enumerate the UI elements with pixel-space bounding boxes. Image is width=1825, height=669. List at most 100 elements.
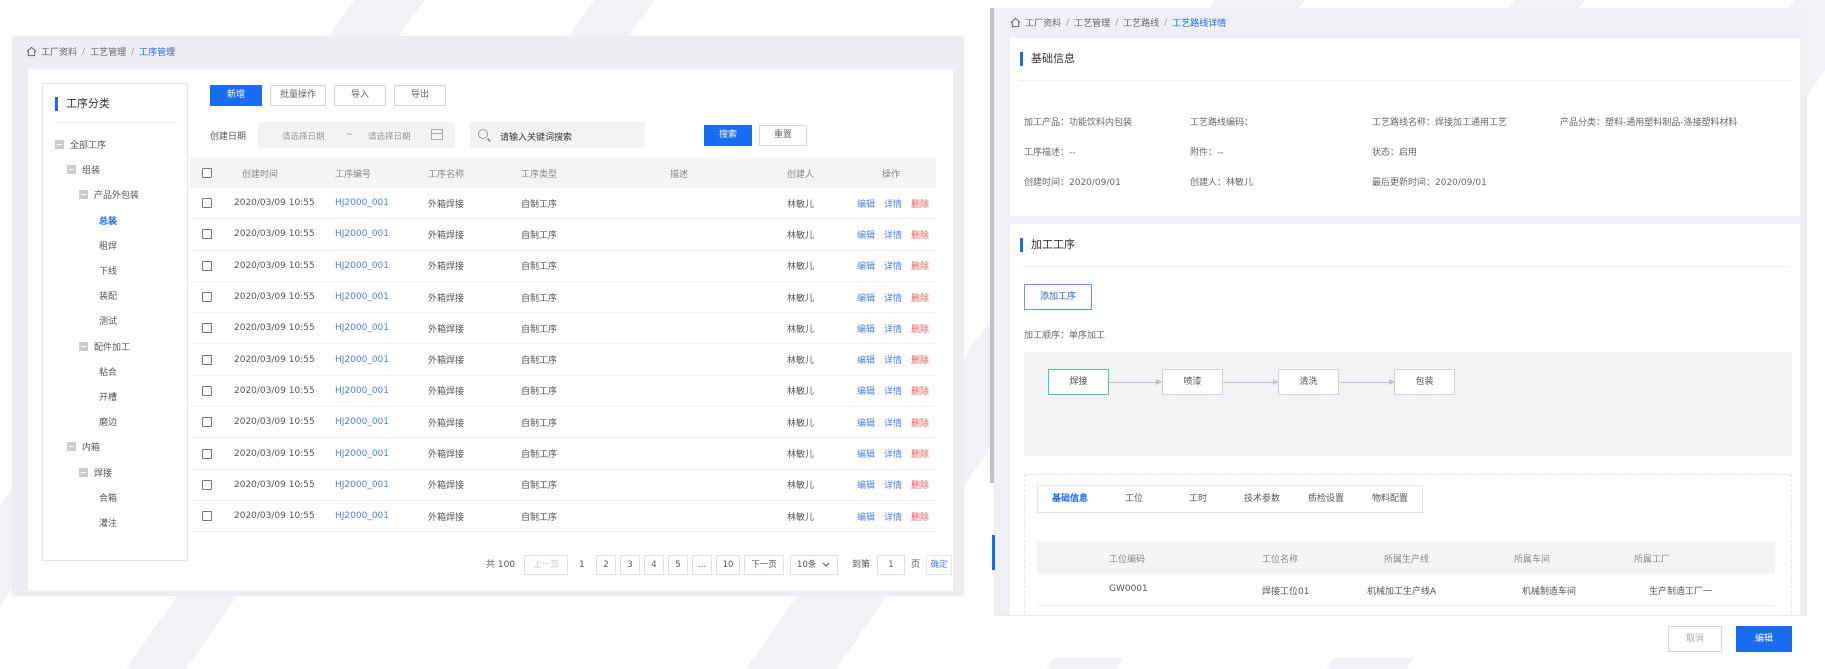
table-row[interactable]: 2020/03/09 10:55 HJ2000_001 外箱焊接 自制工序 林敏儿 编辑详… [190, 313, 936, 345]
tree-node[interactable]: 磨边 [99, 415, 117, 428]
edit-link[interactable]: 编辑 [857, 313, 875, 343]
batch-operation-button[interactable]: 批量操作 [270, 85, 326, 106]
edit-link[interactable]: 编辑 [857, 470, 875, 500]
table-row[interactable]: 2020/03/09 10:55 HJ2000_001 外箱焊接 自制工序 林敏儿 编辑详… [190, 438, 936, 470]
delete-link[interactable]: 删除 [911, 344, 929, 374]
goto-page-input[interactable]: 1 [877, 555, 905, 575]
table-row[interactable]: 2020/03/09 10:55 HJ2000_001 外箱焊接 自制工序 林敏儿 编辑详… [190, 407, 936, 439]
flow-step-3[interactable]: 清洗 [1278, 369, 1339, 395]
tab-5[interactable]: 物料配置 [1358, 486, 1422, 512]
cell-process-code-link[interactable]: HJ2000_001 [335, 407, 389, 437]
tab-3[interactable]: 技术参数 [1230, 486, 1294, 512]
select-all-checkbox[interactable] [202, 168, 212, 178]
next-page-button[interactable]: 下一页 [744, 555, 784, 575]
tree-node[interactable]: 租焊 [99, 239, 117, 252]
tree-node[interactable]: 产品外包装 [79, 188, 139, 201]
import-button[interactable]: 导入 [334, 85, 386, 106]
page-1[interactable]: 1 [579, 555, 585, 575]
delete-link[interactable]: 删除 [911, 219, 929, 249]
delete-link[interactable]: 删除 [911, 470, 929, 500]
row-checkbox[interactable] [202, 354, 212, 365]
table-row[interactable]: 2020/03/09 10:55 HJ2000_001 外箱焊接 自制工序 林敏儿 编辑详… [190, 344, 936, 376]
reset-button[interactable]: 重置 [759, 125, 807, 146]
collapse-icon[interactable] [79, 190, 88, 200]
page-size-select[interactable]: 10条 [790, 555, 838, 575]
detail-link[interactable]: 详情 [884, 407, 902, 437]
breadcrumb-item[interactable]: 工厂资料 [1025, 16, 1061, 29]
table-row[interactable]: 2020/03/09 10:55 HJ2000_001 外箱焊接 自制工序 林敏儿 编辑详… [190, 376, 936, 408]
detail-link[interactable]: 详情 [884, 251, 902, 281]
tab-4[interactable]: 质检设置 [1294, 486, 1358, 512]
table-row[interactable]: 2020/03/09 10:55 HJ2000_001 外箱焊接 自制工序 林敏儿 编辑详… [190, 282, 936, 314]
cancel-button[interactable]: 取消 [1668, 626, 1722, 652]
row-checkbox[interactable] [202, 198, 212, 209]
vertical-scrollbar[interactable] [990, 8, 994, 483]
page-10[interactable]: 10 [716, 555, 740, 575]
detail-link[interactable]: 详情 [884, 501, 902, 531]
goto-confirm-button[interactable]: 确定 [926, 555, 952, 575]
cell-process-code-link[interactable]: HJ2000_001 [335, 219, 389, 249]
tab-2[interactable]: 工时 [1166, 486, 1230, 512]
table-row[interactable]: 2020/03/09 10:55 HJ2000_001 外箱焊接 自制工序 林敏儿 编辑详… [190, 188, 936, 220]
cell-process-code-link[interactable]: HJ2000_001 [335, 282, 389, 312]
edit-link[interactable]: 编辑 [857, 219, 875, 249]
delete-link[interactable]: 删除 [911, 501, 929, 531]
row-checkbox[interactable] [202, 260, 212, 271]
delete-link[interactable]: 删除 [911, 313, 929, 343]
tree-node[interactable]: 内箱 [67, 440, 100, 453]
prev-page-button[interactable]: 上一页 [524, 555, 568, 575]
delete-link[interactable]: 删除 [911, 438, 929, 468]
tree-node[interactable]: 组装 [67, 163, 100, 176]
detail-link[interactable]: 详情 [884, 282, 902, 312]
tree-node[interactable]: 测试 [99, 314, 117, 327]
tree-node[interactable]: 灌注 [99, 516, 117, 529]
search-button[interactable]: 搜索 [704, 125, 752, 146]
row-checkbox[interactable] [202, 511, 212, 522]
cell-process-code-link[interactable]: HJ2000_001 [335, 251, 389, 281]
edit-link[interactable]: 编辑 [857, 376, 875, 406]
date-range-input[interactable]: 请选择日期 ~ 请选择日期 [258, 122, 455, 148]
table-row[interactable]: 2020/03/09 10:55 HJ2000_001 外箱焊接 自制工序 林敏儿 编辑详… [190, 219, 936, 251]
detail-link[interactable]: 详情 [884, 219, 902, 249]
home-icon[interactable] [26, 46, 37, 57]
cell-process-code-link[interactable]: HJ2000_001 [335, 376, 389, 406]
table-row[interactable]: 2020/03/09 10:55 HJ2000_001 外箱焊接 自制工序 林敏儿 编辑详… [190, 501, 936, 533]
tab-1[interactable]: 工位 [1102, 486, 1166, 512]
search-input[interactable]: 请输入关键词搜索 [470, 122, 645, 148]
detail-link[interactable]: 详情 [884, 313, 902, 343]
row-checkbox[interactable] [202, 229, 212, 240]
page-3[interactable]: 3 [620, 555, 640, 575]
detail-link[interactable]: 详情 [884, 376, 902, 406]
breadcrumb-item[interactable]: 工厂资料 [41, 45, 77, 58]
cell-process-code-link[interactable]: HJ2000_001 [335, 470, 389, 500]
cell-process-code-link[interactable]: HJ2000_001 [335, 344, 389, 374]
tree-node[interactable]: 合箱 [99, 491, 117, 504]
row-checkbox[interactable] [202, 479, 212, 490]
collapse-icon[interactable] [67, 165, 76, 175]
edit-link[interactable]: 编辑 [857, 438, 875, 468]
collapse-icon[interactable] [79, 341, 88, 351]
flow-step-2[interactable]: 喷漆 [1162, 369, 1223, 395]
edit-button[interactable]: 编辑 [1736, 626, 1792, 652]
cell-process-code-link[interactable]: HJ2000_001 [335, 438, 389, 468]
tree-node[interactable]: 开槽 [99, 390, 117, 403]
detail-link[interactable]: 详情 [884, 438, 902, 468]
flow-step-4[interactable]: 包装 [1394, 369, 1455, 395]
page-2[interactable]: 2 [596, 555, 616, 575]
collapse-icon[interactable] [67, 442, 76, 452]
edit-link[interactable]: 编辑 [857, 251, 875, 281]
breadcrumb-item[interactable]: 工艺路线 [1123, 16, 1159, 29]
export-button[interactable]: 导出 [394, 85, 446, 106]
tree-node[interactable]: 配件加工 [79, 340, 130, 353]
detail-link[interactable]: 详情 [884, 470, 902, 500]
table-row[interactable]: 2020/03/09 10:55 HJ2000_001 外箱焊接 自制工序 林敏儿 编辑详… [190, 251, 936, 282]
table-row[interactable]: GW0001 焊接工位01 机械加工生产线A 机械制造车间 生产制造工厂一 [1037, 574, 1775, 606]
edit-link[interactable]: 编辑 [857, 407, 875, 437]
delete-link[interactable]: 删除 [911, 376, 929, 406]
cell-process-code-link[interactable]: HJ2000_001 [335, 188, 389, 218]
flow-step-1[interactable]: 焊接 [1048, 369, 1109, 395]
table-row[interactable]: 2020/03/09 10:55 HJ2000_001 外箱焊接 自制工序 林敏儿 编辑详… [190, 470, 936, 501]
tab-0[interactable]: 基础信息 [1038, 486, 1102, 512]
collapse-icon[interactable] [79, 467, 88, 477]
tree-node[interactable]: 全部工序 [55, 138, 106, 151]
